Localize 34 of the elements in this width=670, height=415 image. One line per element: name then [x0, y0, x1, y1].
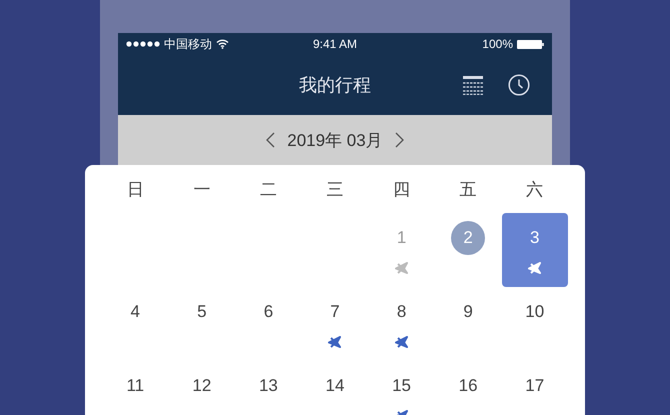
- calendar-day[interactable]: 17: [502, 361, 568, 415]
- month-label: 2019年 03月: [287, 130, 383, 152]
- calendar-day[interactable]: 6: [235, 287, 302, 361]
- calendar-day[interactable]: 7: [302, 287, 368, 361]
- calendar-icon[interactable]: [462, 75, 484, 95]
- signal-icon: [126, 41, 160, 47]
- page-title: 我的行程: [299, 74, 371, 97]
- weekday-label: 二: [260, 178, 277, 200]
- weekday-label: 一: [193, 178, 210, 200]
- battery-icon: [517, 40, 544, 48]
- battery-percent: 100%: [482, 37, 513, 51]
- weekday-label: 三: [326, 178, 344, 200]
- calendar-day[interactable]: 11: [102, 361, 168, 415]
- clock-icon[interactable]: [508, 74, 530, 96]
- weekday-label: 日: [126, 178, 144, 200]
- calendar-day[interactable]: 5: [168, 287, 235, 361]
- calendar-day[interactable]: 13: [235, 361, 302, 415]
- wifi-icon: [216, 39, 229, 49]
- weekday-label: 六: [526, 178, 544, 200]
- chevron-right-icon[interactable]: [394, 132, 404, 148]
- calendar-day[interactable]: 8: [368, 287, 435, 361]
- calendar-day[interactable]: 14: [302, 361, 368, 415]
- calendar-day[interactable]: 3: [502, 213, 568, 287]
- calendar-day[interactable]: 16: [435, 361, 502, 415]
- calendar-day[interactable]: 15: [368, 361, 435, 415]
- chevron-left-icon[interactable]: [266, 132, 276, 148]
- weekday-label: 五: [460, 178, 477, 200]
- calendar-day[interactable]: 12: [168, 361, 235, 415]
- status-time: 9:41 AM: [312, 37, 358, 51]
- calendar-day[interactable]: 10: [502, 287, 568, 361]
- calendar-day[interactable]: 9: [435, 287, 502, 361]
- weekday-label: 四: [393, 178, 410, 200]
- carrier-name: 中国移动: [164, 36, 212, 52]
- calendar-day[interactable]: 4: [102, 287, 168, 361]
